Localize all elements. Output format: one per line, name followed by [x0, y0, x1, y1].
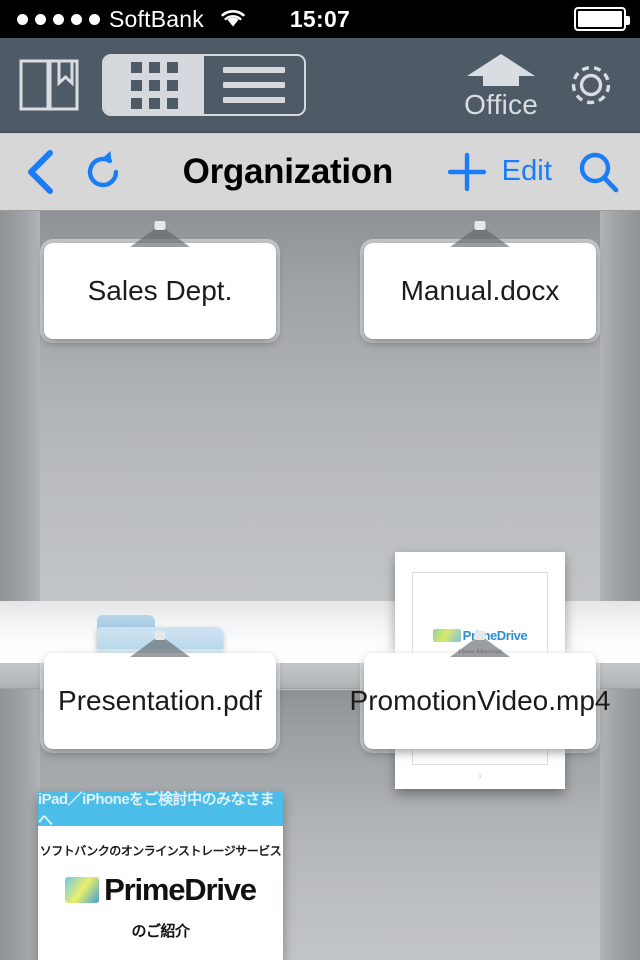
label-hook-icon [450, 221, 510, 247]
primedrive-logo-icon [65, 877, 100, 903]
file-item-label[interactable]: PromotionVideo.mp4 [350, 631, 610, 749]
clock-label: 15:07 [289, 5, 351, 32]
pdf-logo-text: PrimeDrive [104, 872, 257, 907]
file-name-label: PromotionVideo.mp4 [350, 653, 610, 749]
shelf-wall-left [0, 211, 40, 960]
file-name-label: Sales Dept. [44, 243, 276, 339]
office-upload-icon [465, 52, 537, 93]
bookmark-button[interactable] [18, 57, 80, 113]
refresh-button[interactable] [80, 149, 126, 195]
file-item-label[interactable]: Sales Dept. [44, 221, 276, 339]
back-button[interactable] [20, 149, 60, 195]
file-browser-shelves: Sales Dept. Manual.docx PrimeDrive User … [0, 211, 640, 960]
app-toolbar: Office [0, 38, 640, 133]
office-label: Office [464, 88, 538, 120]
file-name-label: Presentation.pdf [44, 653, 276, 749]
label-hook-icon [450, 631, 510, 657]
pdf-footer-text: のご紹介 [131, 923, 190, 940]
file-name-label: Manual.docx [364, 243, 596, 339]
file-item-label[interactable]: Manual.docx [364, 221, 596, 339]
list-view-icon[interactable] [204, 56, 304, 114]
doc-page-number: 1 [478, 774, 482, 780]
office-upload-button[interactable]: Office [464, 52, 538, 119]
edit-button[interactable]: Edit [502, 155, 552, 188]
pdf-thumbnail[interactable]: iPad／iPhoneをご検討中のみなさまへ ソフトバンクのオンラインストレージ… [38, 791, 283, 960]
search-icon[interactable] [576, 150, 620, 194]
label-hook-icon [130, 221, 190, 247]
page-title: Organization [182, 151, 394, 191]
grid-view-icon[interactable] [104, 56, 204, 114]
gear-icon[interactable] [564, 58, 618, 112]
shelf-wall-right [600, 211, 640, 960]
navigation-bar: Organization Edit [0, 133, 640, 211]
pdf-banner-text: iPad／iPhoneをご検討中のみなさまへ [38, 791, 283, 829]
label-hook-icon [130, 631, 190, 657]
battery-icon [574, 7, 630, 31]
add-button[interactable] [444, 149, 490, 195]
status-bar: SoftBank 15:07 [0, 0, 640, 38]
pdf-subtitle-text: ソフトバンクのオンラインストレージサービス [39, 844, 282, 858]
file-item-label[interactable]: Presentation.pdf [44, 631, 276, 749]
view-mode-segmented-control[interactable] [102, 54, 306, 116]
